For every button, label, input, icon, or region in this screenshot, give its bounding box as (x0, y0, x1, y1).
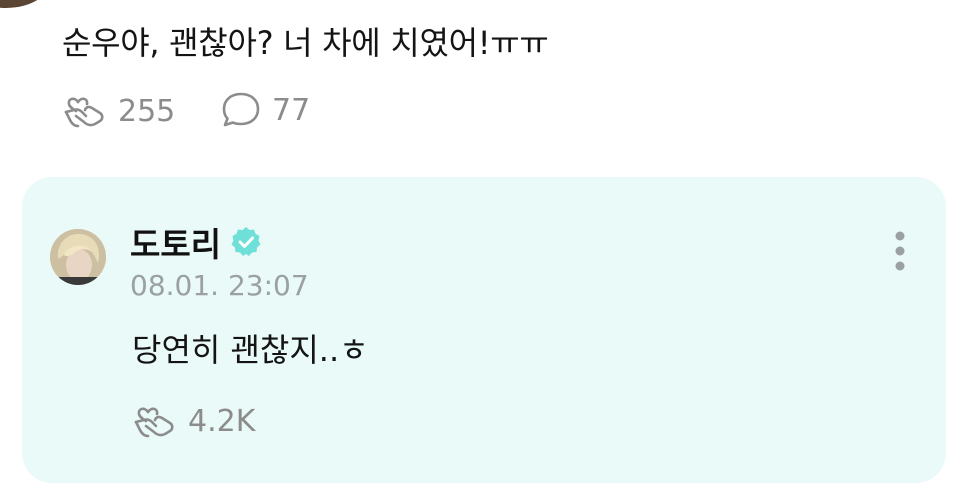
verified-badge-icon (229, 225, 263, 259)
heart-hand-icon (62, 90, 108, 132)
comment-count: 77 (272, 92, 311, 128)
reply-like-count: 4.2K (188, 403, 256, 439)
username[interactable]: 도토리 (130, 218, 221, 266)
username-row: 도토리 (130, 218, 263, 266)
like-button[interactable]: 255 (62, 90, 175, 132)
comment-thread: 순우야, 괜찮아? 너 차에 치였어!ㅠㅠ 255 77 도토리 08.01. … (0, 0, 971, 501)
reply-like-button[interactable]: 4.2K (132, 400, 255, 442)
speech-bubble-icon (220, 90, 262, 130)
more-options-button[interactable] (884, 228, 916, 276)
avatar[interactable] (50, 229, 106, 285)
comment-text: 순우야, 괜찮아? 너 차에 치였어!ㅠㅠ (62, 24, 549, 62)
comment-button[interactable]: 77 (220, 90, 310, 130)
previous-avatar[interactable] (0, 0, 52, 8)
kebab-menu-icon (884, 231, 916, 280)
timestamp: 08.01. 23:07 (130, 269, 309, 302)
like-count: 255 (118, 93, 176, 129)
heart-hand-icon (132, 400, 178, 442)
reply-text: 당연히 괜찮지..ㅎ (132, 331, 369, 369)
